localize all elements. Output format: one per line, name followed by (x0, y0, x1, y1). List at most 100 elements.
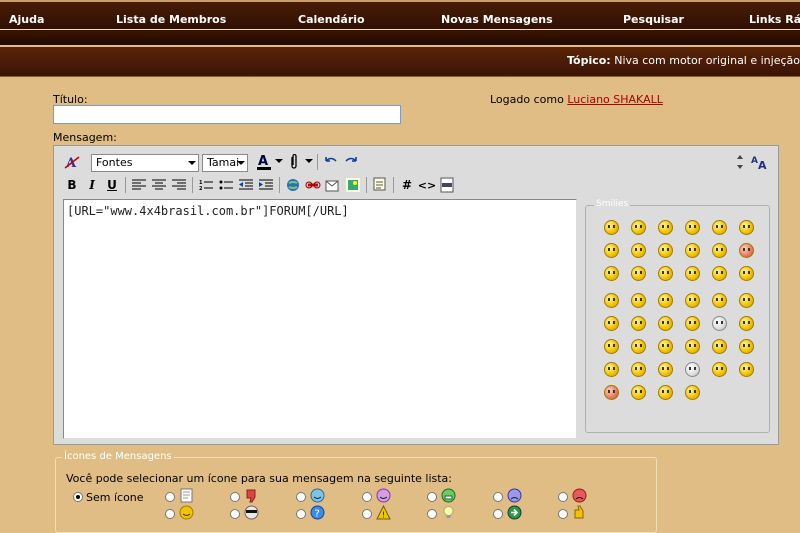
smilie-icon[interactable] (685, 316, 700, 331)
icon-radio-2[interactable] (230, 492, 240, 502)
smilie-icon[interactable] (712, 339, 727, 354)
smilie-icon[interactable] (739, 220, 754, 235)
smilie-icon[interactable] (739, 316, 754, 331)
icon-radio-5[interactable] (427, 492, 437, 502)
smilie-icon[interactable] (658, 362, 673, 377)
icon-radio-13[interactable] (493, 509, 503, 519)
icon-radio-6[interactable] (493, 492, 503, 502)
smilie-icon[interactable] (685, 362, 700, 377)
smilie-icon[interactable] (631, 339, 646, 354)
smilie-icon[interactable] (712, 220, 727, 235)
smilie-icon[interactable] (658, 220, 673, 235)
smilie-icon[interactable] (604, 362, 619, 377)
insert-email-icon[interactable] (323, 175, 343, 195)
smilie-icon[interactable] (712, 293, 727, 308)
icon-radio-8[interactable] (165, 509, 175, 519)
remove-format-icon[interactable]: A (62, 152, 82, 172)
redo-icon[interactable] (341, 152, 361, 172)
font-select[interactable]: Fontes (91, 154, 199, 172)
attachment-icon[interactable] (284, 152, 304, 172)
smilie-icon[interactable] (685, 293, 700, 308)
unordered-list-icon[interactable] (216, 175, 236, 195)
smilie-icon[interactable] (712, 243, 727, 258)
italic-button[interactable]: I (82, 175, 102, 195)
smilie-icon[interactable] (739, 293, 754, 308)
chevron-down-icon[interactable] (274, 152, 284, 172)
smilie-icon[interactable] (604, 266, 619, 281)
smilie-icon[interactable] (658, 266, 673, 281)
smilie-icon[interactable] (658, 243, 673, 258)
smilie-icon[interactable] (604, 316, 619, 331)
smilie-icon[interactable] (712, 266, 727, 281)
smilie-icon[interactable] (631, 266, 646, 281)
nav-lista-de-membros[interactable]: Lista de Membros (116, 13, 226, 26)
hash-button[interactable]: # (397, 175, 417, 195)
smilie-icon[interactable] (739, 243, 754, 258)
icon-radio-3[interactable] (296, 492, 306, 502)
nav-novas-mensagens[interactable]: Novas Mensagens (441, 13, 553, 26)
smilie-icon[interactable] (658, 339, 673, 354)
outdent-icon[interactable] (236, 175, 256, 195)
smilie-icon[interactable] (739, 339, 754, 354)
smilie-icon[interactable] (631, 220, 646, 235)
nav-calendario[interactable]: Calendário (298, 13, 365, 26)
icon-radio-10[interactable] (296, 509, 306, 519)
align-center-icon[interactable] (149, 175, 169, 195)
nav-ajuda[interactable]: Ajuda (9, 13, 44, 26)
smilie-icon[interactable] (604, 243, 619, 258)
underline-button[interactable]: U (102, 175, 122, 195)
user-link[interactable]: Luciano SHAKALL (567, 93, 663, 106)
indent-icon[interactable] (256, 175, 276, 195)
icon-radio-12[interactable] (427, 509, 437, 519)
code-button[interactable]: <> (417, 175, 437, 195)
undo-icon[interactable] (321, 152, 341, 172)
smilie-icon[interactable] (712, 316, 727, 331)
text-color-icon[interactable]: A (254, 152, 274, 172)
smilie-icon[interactable] (604, 339, 619, 354)
icon-radio-1[interactable] (165, 492, 175, 502)
size-select[interactable]: Tamai (202, 154, 248, 172)
php-icon[interactable] (437, 175, 457, 195)
switch-mode-icon[interactable]: AA (750, 152, 770, 172)
smilie-icon[interactable] (631, 385, 646, 400)
smilie-icon[interactable] (685, 243, 700, 258)
smilie-icon[interactable] (658, 316, 673, 331)
nav-links-rapidos[interactable]: Links Ráp (749, 13, 800, 26)
nav-pesquisar[interactable]: Pesquisar (623, 13, 684, 26)
smilie-icon[interactable] (604, 220, 619, 235)
smilie-icon[interactable] (712, 362, 727, 377)
smilie-icon[interactable] (658, 293, 673, 308)
svg-text:2: 2 (199, 186, 203, 191)
smilie-icon[interactable] (658, 385, 673, 400)
chevron-down-icon[interactable] (304, 152, 314, 172)
smilie-icon[interactable] (604, 385, 619, 400)
icon-radio-9[interactable] (230, 509, 240, 519)
smilie-icon[interactable] (631, 293, 646, 308)
smilie-icon[interactable] (685, 339, 700, 354)
smilie-icon[interactable] (631, 243, 646, 258)
bold-button[interactable]: B (62, 175, 82, 195)
smilie-icon[interactable] (631, 362, 646, 377)
smilie-icon[interactable] (685, 266, 700, 281)
icon-radio-11[interactable] (362, 509, 372, 519)
insert-image-icon[interactable] (343, 175, 363, 195)
smilie-icon[interactable] (631, 316, 646, 331)
smilie-icon[interactable] (685, 385, 700, 400)
icon-radio-4[interactable] (362, 492, 372, 502)
insert-link-icon[interactable] (283, 175, 303, 195)
smilie-icon[interactable] (685, 220, 700, 235)
resize-icon[interactable] (730, 152, 750, 172)
quote-icon[interactable] (370, 175, 390, 195)
smilie-icon[interactable] (739, 362, 754, 377)
ordered-list-icon[interactable]: 12 (196, 175, 216, 195)
icon-radio-7[interactable] (558, 492, 568, 502)
message-textarea[interactable]: [URL="www.4x4brasil.com.br"]FORUM[/URL] (63, 199, 577, 439)
title-input[interactable] (53, 105, 401, 124)
remove-link-icon[interactable] (303, 175, 323, 195)
icon-radio-14[interactable] (558, 509, 568, 519)
icon-radio-none[interactable] (73, 492, 83, 502)
smilie-icon[interactable] (604, 293, 619, 308)
align-right-icon[interactable] (169, 175, 189, 195)
align-left-icon[interactable] (129, 175, 149, 195)
smilie-icon[interactable] (739, 266, 754, 281)
